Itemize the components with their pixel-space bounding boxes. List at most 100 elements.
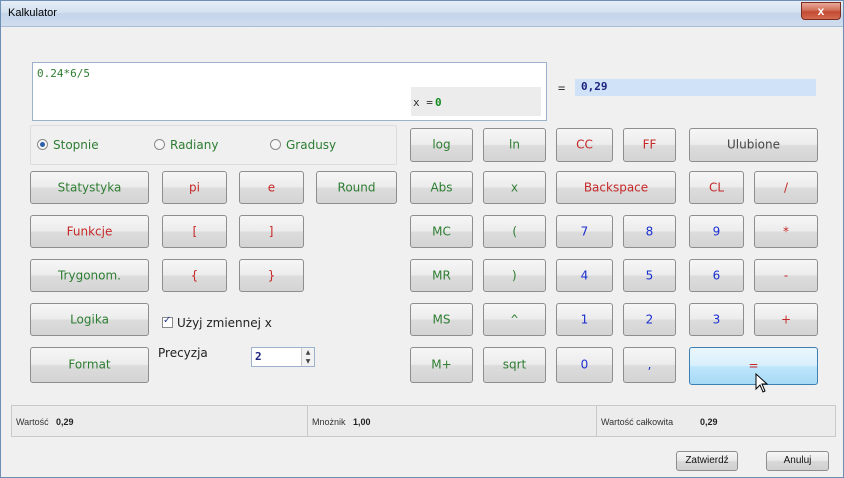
bracket-close-button[interactable]: ] <box>239 215 304 248</box>
sqrt-button[interactable]: sqrt <box>483 347 546 383</box>
digit-5-button[interactable]: 5 <box>623 259 676 292</box>
brace-close-label: } <box>267 268 276 283</box>
ff-label: FF <box>642 137 657 152</box>
radio-icon <box>270 139 281 150</box>
result-value: 0,29 <box>581 80 608 93</box>
checkbox-checked-icon <box>162 315 173 328</box>
equals-button[interactable]: = <box>689 347 818 385</box>
cancel-label: Anuluj <box>783 455 812 466</box>
digit-4-label: 4 <box>580 268 589 283</box>
backspace-button[interactable]: Backspace <box>556 171 676 204</box>
stepper-up-icon[interactable]: ▲ <box>302 348 314 357</box>
multiply-label: * <box>783 224 789 239</box>
paren-close-button[interactable]: ) <box>483 259 546 292</box>
status-mnoznik-label: Mnożnik <box>312 417 346 427</box>
x-label: x = <box>413 96 433 109</box>
radio-radiany-label: Radiany <box>170 138 219 152</box>
radio-selected-icon <box>37 139 48 150</box>
radio-gradusy-label: Gradusy <box>286 138 337 152</box>
e-button[interactable]: e <box>239 171 304 204</box>
radio-stopnie-label: Stopnie <box>53 138 99 152</box>
use-variable-checkbox[interactable]: Użyj zmiennej x <box>162 315 272 330</box>
statystyka-button[interactable]: Statystyka <box>30 171 149 204</box>
pi-button[interactable]: pi <box>162 171 227 204</box>
confirm-button[interactable]: Zatwierdź <box>676 451 738 471</box>
minus-button[interactable]: - <box>754 259 818 292</box>
status-wartosc-label: Wartość <box>16 417 49 427</box>
plus-button[interactable]: + <box>754 303 818 336</box>
paren-open-button[interactable]: ( <box>483 215 546 248</box>
digit-2-button[interactable]: 2 <box>623 303 676 336</box>
divide-button[interactable]: / <box>754 171 818 204</box>
brace-open-button[interactable]: { <box>162 259 227 292</box>
mc-button[interactable]: MC <box>410 215 473 248</box>
status-calkowita-label: Wartość całkowita <box>601 417 674 427</box>
log-button[interactable]: log <box>410 128 473 162</box>
mouse-cursor-icon <box>755 373 769 393</box>
brace-close-button[interactable]: } <box>239 259 304 292</box>
cc-button[interactable]: CC <box>556 128 613 162</box>
title-bar[interactable]: Kalkulator x <box>1 1 843 27</box>
comma-button[interactable]: , <box>623 347 676 383</box>
digit-2-label: 2 <box>645 312 654 327</box>
stepper-down-icon[interactable]: ▼ <box>302 357 314 366</box>
radio-icon <box>154 139 165 150</box>
power-label: ^ <box>510 312 519 327</box>
mr-button[interactable]: MR <box>410 259 473 292</box>
mplus-button[interactable]: M+ <box>410 347 473 383</box>
stepper-arrows[interactable]: ▲ ▼ <box>301 348 314 366</box>
funkcje-label: Funkcje <box>66 224 113 239</box>
funkcje-button[interactable]: Funkcje <box>30 215 149 248</box>
mplus-label: M+ <box>431 357 452 372</box>
ff-button[interactable]: FF <box>623 128 676 162</box>
precision-value: 2 <box>255 350 262 363</box>
ms-label: MS <box>432 312 451 327</box>
multiply-button[interactable]: * <box>754 215 818 248</box>
digit-8-button[interactable]: 8 <box>623 215 676 248</box>
ms-button[interactable]: MS <box>410 303 473 336</box>
digit-3-label: 3 <box>712 312 721 327</box>
ulubione-button[interactable]: Ulubione <box>689 128 818 162</box>
precision-stepper[interactable]: 2 ▲ ▼ <box>251 347 315 367</box>
round-button[interactable]: Round <box>316 171 397 204</box>
digit-4-button[interactable]: 4 <box>556 259 613 292</box>
digit-8-label: 8 <box>645 224 654 239</box>
x-button[interactable]: x <box>483 171 546 204</box>
brace-open-label: { <box>190 268 199 283</box>
bracket-open-button[interactable]: [ <box>162 215 227 248</box>
digit-3-button[interactable]: 3 <box>689 303 744 336</box>
angle-mode-group: Stopnie Radiany Gradusy <box>30 125 397 165</box>
digit-9-label: 9 <box>712 224 721 239</box>
trygonom-button[interactable]: Trygonom. <box>30 259 149 292</box>
cl-button[interactable]: CL <box>689 171 744 204</box>
x-value: 0 <box>435 96 442 109</box>
digit-0-label: 0 <box>580 357 589 372</box>
format-button[interactable]: Format <box>30 347 149 383</box>
digit-9-button[interactable]: 9 <box>689 215 744 248</box>
digit-1-button[interactable]: 1 <box>556 303 613 336</box>
power-button[interactable]: ^ <box>483 303 546 336</box>
e-label: e <box>267 180 276 195</box>
logika-button[interactable]: Logika <box>30 303 149 336</box>
digit-7-label: 7 <box>580 224 589 239</box>
trygonom-label: Trygonom. <box>57 268 121 283</box>
cancel-button[interactable]: Anuluj <box>766 451 829 471</box>
logika-label: Logika <box>70 312 109 327</box>
window-title: Kalkulator <box>8 7 57 19</box>
digit-6-button[interactable]: 6 <box>689 259 744 292</box>
close-button[interactable]: x <box>801 2 841 20</box>
log-label: log <box>432 137 451 152</box>
radio-gradusy[interactable]: Gradusy <box>270 138 336 152</box>
digit-0-button[interactable]: 0 <box>556 347 613 383</box>
bracket-close-label: ] <box>267 224 276 239</box>
status-bar: Wartość 0,29 Mnożnik 1,00 Wartość całkow… <box>11 405 836 437</box>
confirm-label: Zatwierdź <box>685 455 729 466</box>
status-wartosc: Wartość 0,29 <box>12 406 308 436</box>
radio-radiany[interactable]: Radiany <box>154 138 218 152</box>
ln-button[interactable]: ln <box>483 128 546 162</box>
mr-label: MR <box>432 268 451 283</box>
digit-7-button[interactable]: 7 <box>556 215 613 248</box>
statystyka-label: Statystyka <box>57 180 122 195</box>
radio-stopnie[interactable]: Stopnie <box>37 138 99 152</box>
abs-button[interactable]: Abs <box>410 171 473 204</box>
